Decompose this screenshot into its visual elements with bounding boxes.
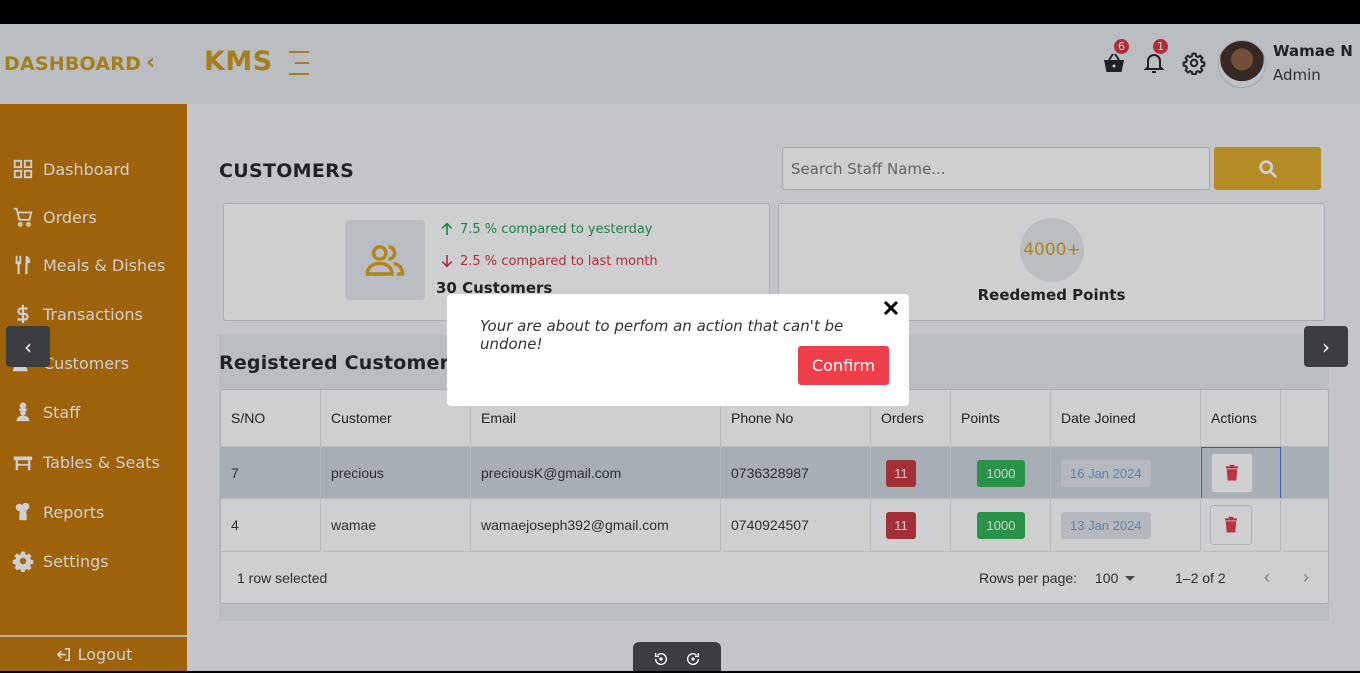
confirm-button[interactable]: Confirm bbox=[798, 346, 889, 385]
rotate-toolbar bbox=[633, 642, 721, 671]
close-icon[interactable] bbox=[883, 300, 899, 316]
modal-overlay[interactable]: Your are about to perfom an action that … bbox=[0, 24, 1360, 671]
rotate-left-icon[interactable] bbox=[653, 651, 669, 667]
next-arrow-button[interactable]: › bbox=[1304, 326, 1348, 367]
prev-arrow-button[interactable]: ‹ bbox=[6, 326, 50, 367]
rotate-right-icon[interactable] bbox=[685, 651, 701, 667]
confirm-dialog: Your are about to perfom an action that … bbox=[447, 294, 909, 406]
app-window: DASHBOARD ‹ Dashboard Orders Meals & Dis… bbox=[0, 24, 1360, 671]
